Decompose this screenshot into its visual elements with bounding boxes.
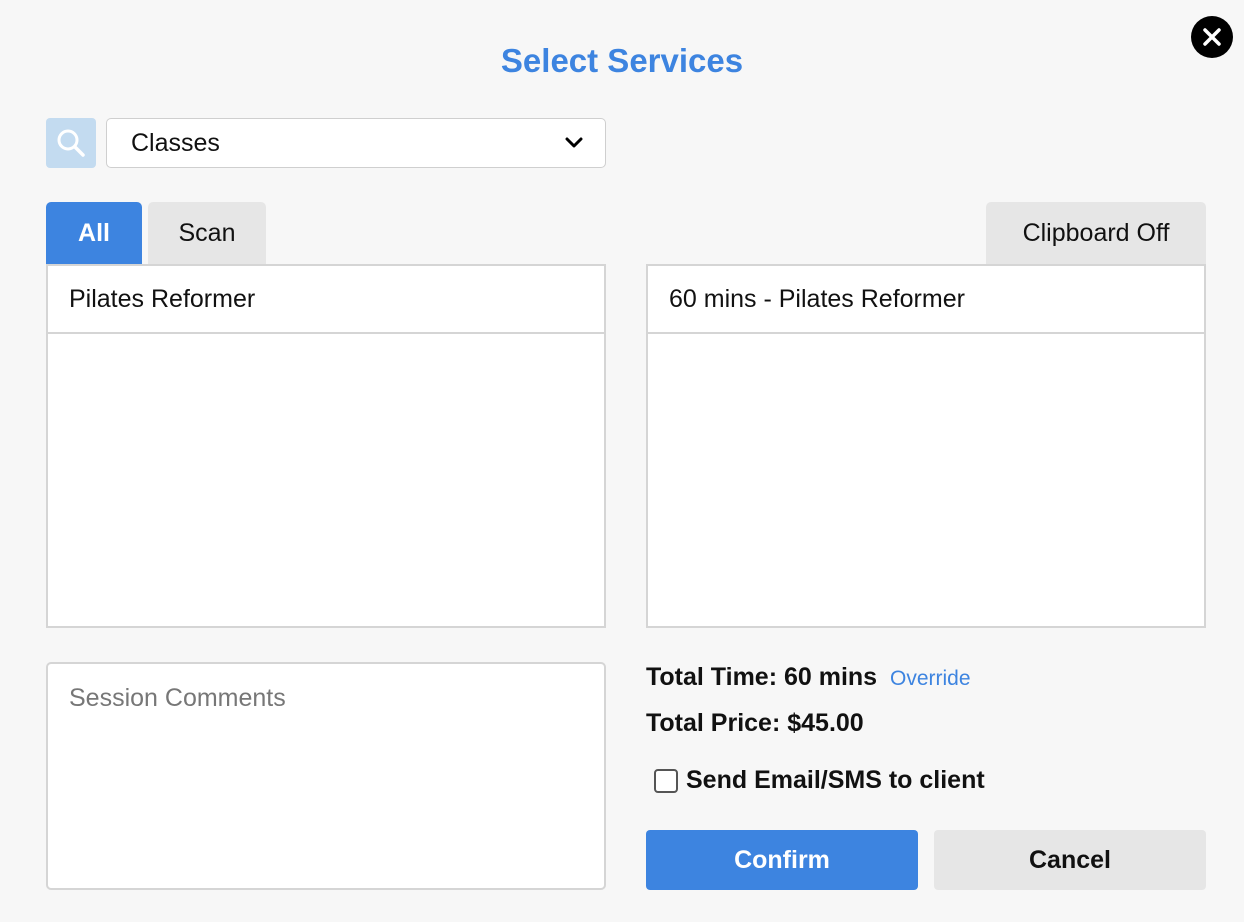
selected-services-list: 60 mins - Pilates Reformer [646, 264, 1206, 628]
override-link[interactable]: Override [890, 667, 971, 691]
cancel-button[interactable]: Cancel [934, 830, 1206, 890]
total-time: Total Time: 60 mins [646, 663, 877, 692]
tab-scan[interactable]: Scan [148, 202, 266, 264]
total-price-value: $45.00 [787, 709, 864, 737]
total-time-value: 60 mins [783, 663, 878, 691]
search-button[interactable] [46, 118, 96, 168]
send-notification-row[interactable]: Send Email/SMS to client [654, 766, 985, 795]
total-price: Total Price: $45.00 [646, 709, 864, 738]
services-list: Pilates Reformer [46, 264, 606, 628]
total-price-label: Total Price: [646, 709, 781, 737]
send-notification-label: Send Email/SMS to client [686, 766, 985, 794]
session-comments-field[interactable]: Session Comments [46, 662, 606, 890]
total-time-label: Total Time: [646, 663, 778, 691]
confirm-button[interactable]: Confirm [646, 830, 918, 890]
page-title: Select Services [500, 42, 744, 79]
clipboard-toggle[interactable]: Clipboard Off [986, 202, 1206, 264]
session-comments-placeholder: Session Comments [69, 684, 286, 712]
category-select[interactable]: Classes [106, 118, 606, 168]
select-services-modal: Select Services Classes All Scan Clipboa… [0, 0, 1244, 922]
search-icon [57, 129, 85, 157]
chevron-down-icon [565, 137, 583, 148]
list-item[interactable]: Pilates Reformer [48, 266, 604, 334]
send-notification-checkbox[interactable] [654, 768, 678, 793]
category-select-value: Classes [131, 128, 220, 157]
tab-all[interactable]: All [46, 202, 142, 264]
list-item[interactable]: 60 mins - Pilates Reformer [648, 266, 1204, 334]
